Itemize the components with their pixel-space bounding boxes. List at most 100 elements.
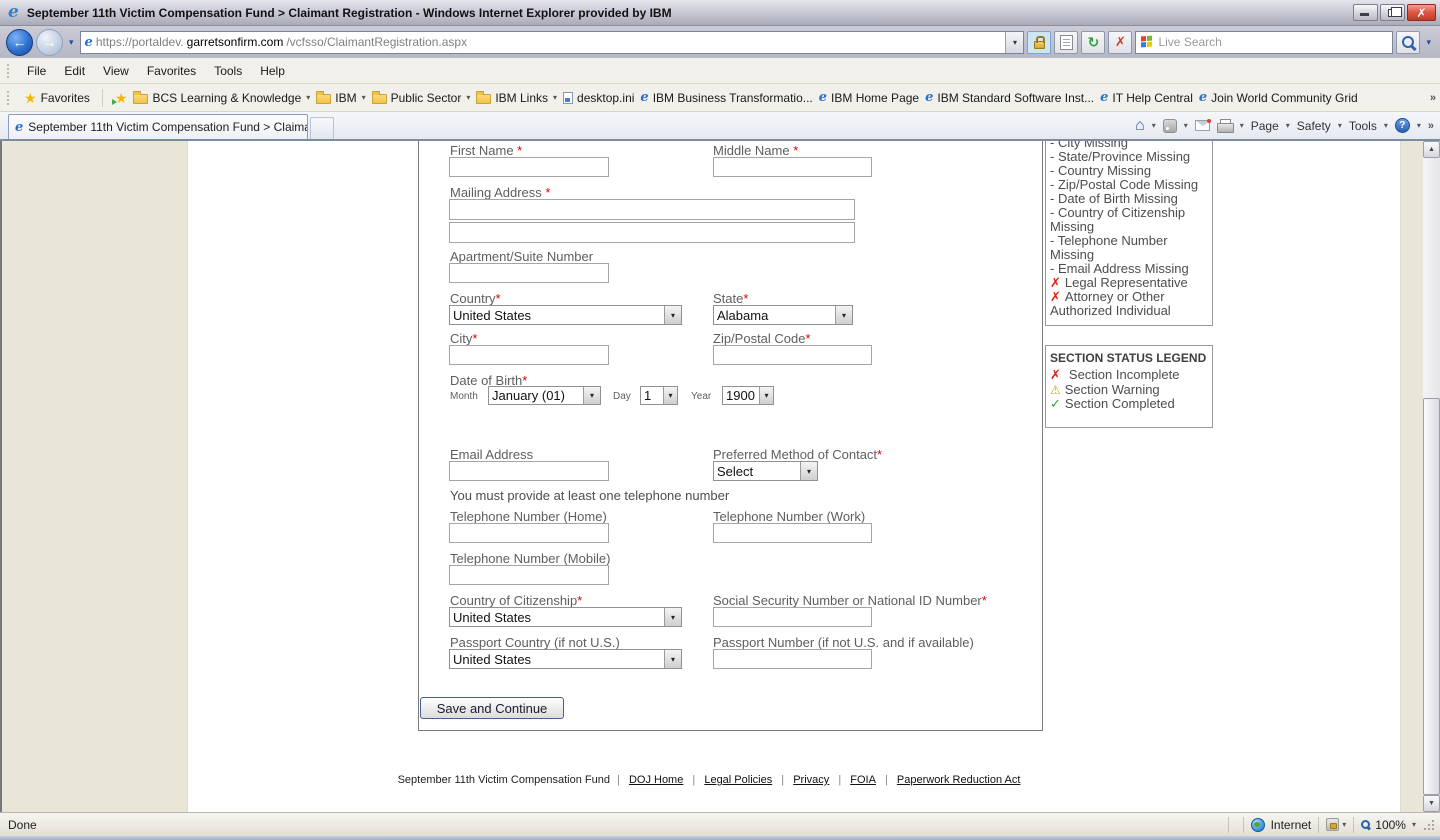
- home-button[interactable]: ⌂: [1135, 118, 1145, 134]
- forward-button[interactable]: →: [36, 29, 63, 56]
- dob-year-select[interactable]: 1900▾: [722, 386, 774, 405]
- phone-work-input[interactable]: [713, 523, 872, 543]
- phone-work-label: Telephone Number (Work): [713, 509, 865, 524]
- dropdown-arrow-icon[interactable]: ▾: [800, 462, 817, 480]
- home-dropdown[interactable]: ▾: [1152, 121, 1156, 130]
- safety-menu[interactable]: Safety: [1297, 119, 1331, 133]
- contact-method-select[interactable]: Select▾: [713, 461, 818, 481]
- back-button[interactable]: ←: [6, 29, 33, 56]
- mailing-address-line1-input[interactable]: [449, 199, 855, 220]
- protected-mode-dropdown[interactable]: ▾: [1342, 820, 1346, 829]
- mail-icon[interactable]: [1195, 120, 1210, 131]
- dropdown-arrow-icon[interactable]: ▾: [835, 306, 852, 324]
- tab-bar: e September 11th Victim Compensation Fun…: [0, 112, 1440, 141]
- dropdown-arrow-icon[interactable]: ▾: [583, 387, 600, 404]
- dob-month-select[interactable]: January (01)▾: [488, 386, 601, 405]
- search-options-dropdown[interactable]: ▾: [1426, 37, 1431, 48]
- page-menu[interactable]: Page: [1251, 119, 1279, 133]
- scrollbar-thumb[interactable]: [1423, 398, 1440, 795]
- recent-pages-dropdown[interactable]: ▾: [69, 37, 74, 48]
- zoom-dropdown[interactable]: ▾: [1412, 820, 1416, 829]
- footer-link-foia[interactable]: FOIA: [850, 774, 876, 786]
- help-button[interactable]: ?: [1395, 118, 1410, 133]
- dob-day-label: Day: [613, 391, 631, 402]
- dropdown-arrow-icon[interactable]: ▾: [664, 306, 681, 324]
- ie-logo-icon: e: [8, 4, 19, 21]
- favorites-link-it-help[interactable]: eIT Help Central: [1100, 90, 1193, 105]
- resize-grip[interactable]: [1422, 818, 1436, 832]
- tab-claimant-registration[interactable]: e September 11th Victim Compensation Fun…: [8, 114, 308, 139]
- phone-mobile-input[interactable]: [449, 565, 609, 585]
- first-name-input[interactable]: [449, 157, 609, 177]
- refresh-button[interactable]: ↻: [1081, 31, 1105, 54]
- zip-input[interactable]: [713, 345, 872, 365]
- toolbar-grip[interactable]: [6, 63, 10, 79]
- save-and-continue-button[interactable]: Save and Continue: [420, 697, 564, 719]
- help-dropdown[interactable]: ▾: [1417, 121, 1421, 130]
- passport-country-select[interactable]: United States▾: [449, 649, 682, 669]
- print-dropdown[interactable]: ▾: [1240, 121, 1244, 130]
- compatibility-view-button[interactable]: [1054, 31, 1078, 54]
- print-button[interactable]: [1217, 119, 1233, 132]
- security-lock-button[interactable]: [1027, 31, 1051, 54]
- dropdown-arrow-icon[interactable]: ▾: [664, 608, 681, 626]
- favorites-link-ibm-business[interactable]: eIBM Business Transformatio...: [640, 90, 812, 105]
- footer-link-paperwork-reduction[interactable]: Paperwork Reduction Act: [897, 774, 1021, 786]
- search-input[interactable]: Live Search: [1135, 31, 1393, 54]
- favorites-folder-ibm[interactable]: IBM▾: [316, 91, 365, 105]
- toolbar-overflow-chevron[interactable]: »: [1430, 92, 1436, 104]
- country-select[interactable]: United States▾: [449, 305, 682, 325]
- protected-mode-icon[interactable]: [1326, 818, 1339, 831]
- close-button[interactable]: ✗: [1407, 4, 1436, 21]
- apartment-input[interactable]: [449, 263, 609, 283]
- minimize-button[interactable]: [1353, 4, 1378, 21]
- email-input[interactable]: [449, 461, 609, 481]
- dropdown-arrow-icon[interactable]: ▾: [663, 387, 677, 404]
- menu-file[interactable]: File: [18, 64, 55, 78]
- city-input[interactable]: [449, 345, 609, 365]
- address-bar[interactable]: e https://portaldev.garretsonfirm.com/vc…: [80, 31, 1025, 54]
- legend-completed-row: ✓Section Completed: [1050, 397, 1208, 412]
- favorites-link-ibm-software[interactable]: eIBM Standard Software Inst...: [925, 90, 1094, 105]
- dropdown-arrow-icon[interactable]: ▾: [759, 387, 773, 404]
- citizenship-select[interactable]: United States▾: [449, 607, 682, 627]
- search-button[interactable]: [1396, 31, 1420, 54]
- rss-feed-icon[interactable]: [1163, 119, 1177, 133]
- scroll-down-button[interactable]: ▼: [1423, 795, 1440, 812]
- dropdown-arrow-icon[interactable]: ▾: [664, 650, 681, 668]
- favorites-link-ibm-home[interactable]: eIBM Home Page: [819, 90, 919, 105]
- address-dropdown-button[interactable]: ▾: [1005, 32, 1023, 53]
- scroll-up-button[interactable]: ▲: [1423, 141, 1440, 158]
- stop-button[interactable]: ✗: [1108, 31, 1132, 54]
- favorites-folder-public-sector[interactable]: Public Sector▾: [372, 91, 471, 105]
- dob-day-select[interactable]: 1▾: [640, 386, 678, 405]
- restore-button[interactable]: [1380, 4, 1405, 21]
- phone-home-input[interactable]: [449, 523, 609, 543]
- required-asterisk: *: [472, 331, 477, 346]
- menu-favorites[interactable]: Favorites: [138, 64, 205, 78]
- passport-number-input[interactable]: [713, 649, 872, 669]
- footer-link-privacy[interactable]: Privacy: [793, 774, 829, 786]
- footer-link-doj-home[interactable]: DOJ Home: [629, 774, 683, 786]
- menu-edit[interactable]: Edit: [55, 64, 94, 78]
- middle-name-input[interactable]: [713, 157, 872, 177]
- menu-view[interactable]: View: [94, 64, 138, 78]
- favorites-button[interactable]: ★Favorites: [24, 91, 90, 105]
- add-favorite-button[interactable]: ★: [115, 91, 128, 105]
- ssn-input[interactable]: [713, 607, 872, 627]
- commandbar-overflow-chevron[interactable]: »: [1428, 120, 1434, 132]
- state-select[interactable]: Alabama▾: [713, 305, 853, 325]
- menu-tools[interactable]: Tools: [205, 64, 251, 78]
- favorites-link-desktop-ini[interactable]: desktop.ini: [563, 91, 634, 105]
- toolbar-grip[interactable]: [6, 90, 10, 106]
- mailing-address-line2-input[interactable]: [449, 222, 855, 243]
- favorites-folder-ibm-links[interactable]: IBM Links▾: [476, 91, 557, 105]
- tools-menu[interactable]: Tools: [1349, 119, 1377, 133]
- menu-help[interactable]: Help: [251, 64, 294, 78]
- required-asterisk: *: [545, 185, 550, 200]
- footer-link-legal-policies[interactable]: Legal Policies: [704, 774, 772, 786]
- favorites-folder-bcs[interactable]: BCS Learning & Knowledge▾: [133, 91, 310, 105]
- favorites-link-world-grid[interactable]: eJoin World Community Grid: [1199, 90, 1358, 105]
- vertical-scrollbar[interactable]: ▲ ▼: [1423, 141, 1440, 812]
- new-tab-button[interactable]: [310, 117, 334, 139]
